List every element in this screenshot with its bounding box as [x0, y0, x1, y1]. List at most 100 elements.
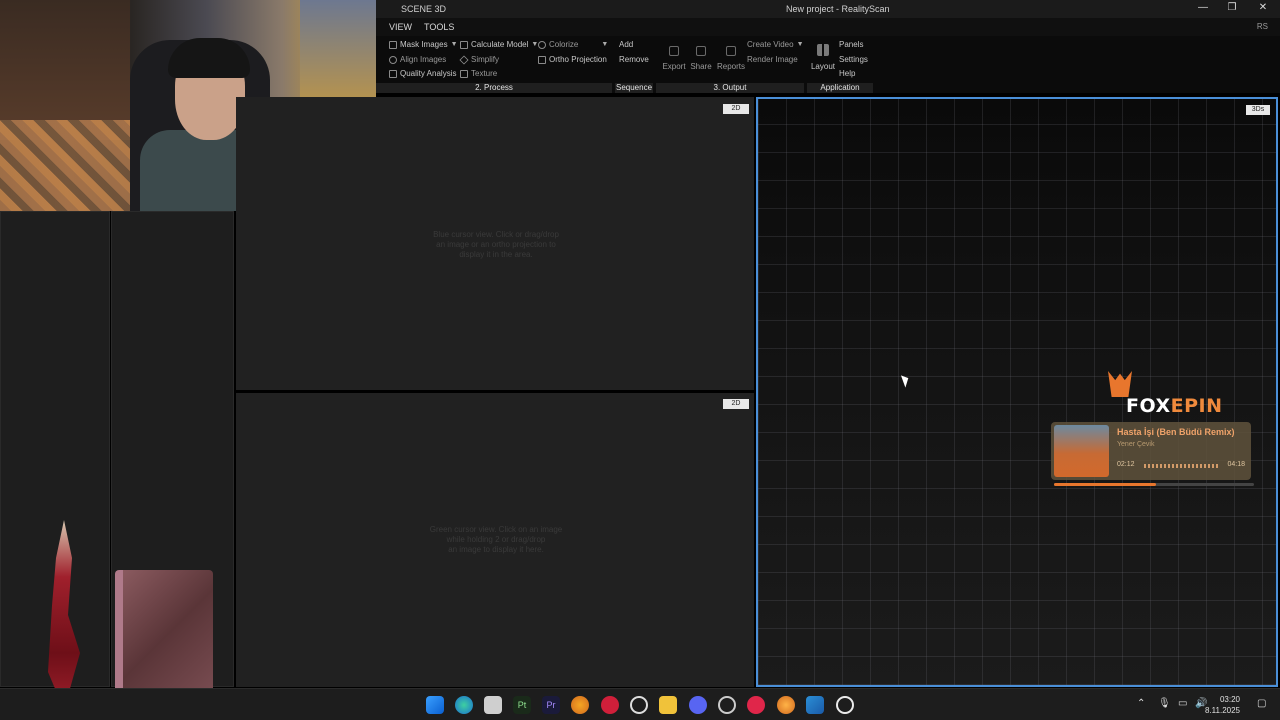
clock[interactable]: 03:20 8.11.2025: [1205, 694, 1240, 716]
texture-icon: [460, 69, 468, 78]
mask-icon: [389, 40, 397, 49]
ortho-projection-button[interactable]: Ortho Projection: [538, 55, 607, 64]
calculate-model-label: Calculate Model: [471, 40, 529, 49]
grid-icon: [389, 69, 397, 78]
logo-text-fox: FOX: [1126, 395, 1171, 417]
song-artist: Yener Çevik: [1117, 441, 1155, 448]
help-label: Help: [839, 69, 856, 78]
section-application: Application: [807, 83, 873, 93]
share-button[interactable]: Share: [688, 46, 714, 71]
export-label: Export: [662, 62, 686, 71]
export-button[interactable]: Export: [660, 46, 688, 71]
brush-icon: [538, 40, 546, 49]
texture-button[interactable]: Texture: [460, 69, 497, 78]
photoshop-pt-icon[interactable]: Pt: [513, 696, 531, 714]
view-2d-badge[interactable]: 2D: [723, 104, 749, 114]
network-icon[interactable]: ▭: [1178, 698, 1187, 709]
steam-icon[interactable]: [718, 696, 736, 714]
premiere-icon[interactable]: Pr: [542, 696, 560, 714]
layout-icon: [817, 44, 829, 56]
title-bar: SCENE 3D New project - RealityScan — ❐ ✕: [376, 0, 1280, 18]
close-button[interactable]: ✕: [1256, 2, 1270, 16]
hint-line: an image or an ortho projection to: [436, 240, 556, 249]
section-process: 2. Process: [376, 83, 612, 93]
album-art: [1054, 425, 1109, 477]
notification-icon[interactable]: ▢: [1257, 698, 1266, 709]
align-icon: [389, 55, 397, 64]
media-player-icon[interactable]: [747, 696, 765, 714]
tab-tools[interactable]: TOOLS: [424, 22, 454, 32]
tab-view[interactable]: VIEW: [389, 22, 412, 32]
quality-analysis-label: Quality Analysis: [400, 69, 457, 78]
microphone-icon[interactable]: 🎙: [1158, 698, 1171, 709]
hint-line: while holding 2 or drag/drop: [446, 535, 546, 544]
minimize-button[interactable]: —: [1196, 2, 1210, 16]
clock-time: 03:20: [1219, 695, 1240, 704]
folder-icon[interactable]: [659, 696, 677, 714]
remove-label: Remove: [619, 55, 649, 64]
layout-button[interactable]: Layout: [810, 44, 836, 71]
layout-label: Layout: [810, 62, 836, 71]
calculate-model-button[interactable]: Calculate Model ▼: [460, 40, 538, 49]
scene-label: SCENE 3D: [401, 4, 447, 14]
reports-button[interactable]: Reports: [714, 46, 748, 71]
settings-label: Settings: [839, 55, 868, 64]
fox-logo-icon: [1108, 371, 1132, 397]
app-corner-label: RS: [1256, 22, 1268, 31]
discord-icon[interactable]: [689, 696, 707, 714]
edge-browser-icon[interactable]: [455, 696, 473, 714]
help-button[interactable]: Help: [839, 69, 855, 78]
blender-alt-icon[interactable]: [777, 696, 795, 714]
simplify-icon: [459, 54, 469, 65]
mask-images-button[interactable]: Mask Images ▼: [389, 40, 458, 49]
quality-analysis-button[interactable]: Quality Analysis: [389, 69, 456, 78]
realityscan-icon[interactable]: [836, 696, 854, 714]
view-2d-bottom[interactable]: 2D Green cursor view. Click on an image …: [236, 393, 754, 687]
hint-line: display it in the area.: [459, 250, 533, 259]
create-video-button[interactable]: Create Video ▼: [747, 40, 804, 49]
ribbon-toolbar: Mask Images ▼ Align Images Quality Analy…: [376, 36, 1280, 93]
hint-line: Green cursor view. Click on an image: [429, 525, 563, 534]
app-red-icon[interactable]: [601, 696, 619, 714]
share-icon: [696, 46, 706, 56]
reports-label: Reports: [716, 62, 745, 71]
view-2d-top-hint: Blue cursor view. Click or drag/drop an …: [416, 230, 576, 260]
simplify-button[interactable]: Simplify: [459, 54, 499, 65]
view-2d-badge[interactable]: 2D: [723, 399, 749, 409]
chevron-up-icon[interactable]: ⌃: [1137, 698, 1145, 709]
view-3d[interactable]: 3Ds FOXEPIN Hasta İşi (Ben Büdü Remix) Y…: [756, 97, 1278, 687]
render-image-button[interactable]: Render Image: [747, 55, 798, 64]
ortho-icon: [538, 55, 546, 64]
clock-date: 8.11.2025: [1205, 706, 1240, 715]
webcam-wall: [0, 0, 130, 140]
add-button[interactable]: Add: [619, 40, 633, 49]
remove-button[interactable]: Remove: [619, 55, 649, 64]
search-icon[interactable]: [630, 696, 648, 714]
align-images-button[interactable]: Align Images: [389, 55, 446, 64]
hint-line: an image to display it here.: [448, 545, 544, 554]
colorize-button[interactable]: Colorize ▼: [538, 40, 608, 49]
start-icon[interactable]: [426, 696, 444, 714]
share-label: Share: [690, 62, 712, 71]
render-image-label: Render Image: [747, 55, 798, 64]
blender-icon[interactable]: [571, 696, 589, 714]
maximize-button[interactable]: ❐: [1225, 2, 1239, 16]
image-app-icon[interactable]: [484, 696, 502, 714]
panels-label: Panels: [839, 40, 864, 49]
texture-label: Texture: [471, 69, 498, 78]
waveform: [1144, 464, 1220, 468]
webcam-person-cap: [168, 38, 250, 78]
reports-icon: [726, 46, 736, 56]
book-decoration: [115, 570, 213, 698]
foxepin-logo: FOXEPIN: [1126, 395, 1222, 417]
paint-icon[interactable]: [806, 696, 824, 714]
settings-button[interactable]: Settings: [839, 55, 868, 64]
panels-button[interactable]: Panels: [839, 40, 863, 49]
model-icon: [460, 40, 468, 49]
chevron-down-icon: ▼: [601, 41, 609, 48]
logo-text-pin: EPIN: [1170, 395, 1223, 417]
view-3d-badge[interactable]: 3Ds: [1246, 105, 1270, 115]
hint-line: Blue cursor view. Click or drag/drop: [433, 230, 559, 239]
view-2d-top[interactable]: 2D Blue cursor view. Click or drag/drop …: [236, 97, 754, 390]
align-images-label: Align Images: [400, 55, 447, 64]
